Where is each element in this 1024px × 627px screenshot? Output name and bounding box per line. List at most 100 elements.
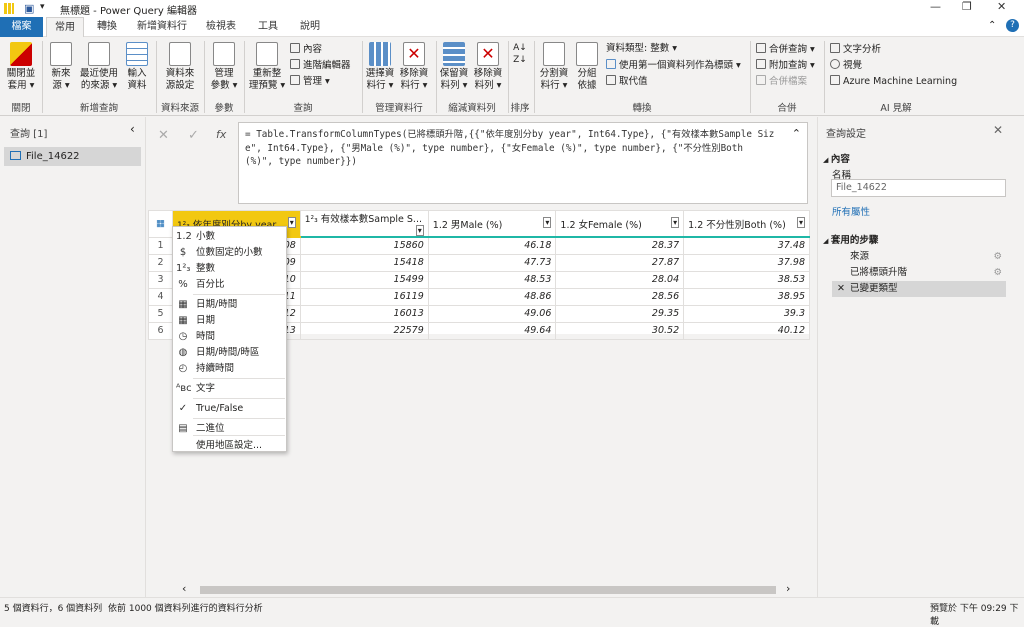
filter-dropdown-icon[interactable]: ▾ — [543, 216, 552, 228]
properties-section[interactable]: ◢ 內容 — [823, 151, 850, 165]
filter-dropdown-icon[interactable]: ▾ — [671, 216, 680, 228]
column-header[interactable]: 1.2 不分性別Both (%) ▾ — [683, 210, 810, 238]
table-cell[interactable]: 49.64 — [427, 321, 557, 340]
table-cell[interactable]: 22579 — [299, 321, 429, 340]
split-column-button[interactable]: 分割資 料行 ▾ — [537, 42, 571, 92]
query-name-input[interactable]: File_14622 — [831, 179, 1006, 197]
table-cell[interactable]: 48.86 — [427, 287, 557, 306]
type-decimal-icon[interactable]: 1.2 — [433, 220, 448, 231]
group-by-button[interactable]: 分組 依據 — [573, 42, 601, 92]
filter-dropdown-icon[interactable]: ▾ — [415, 225, 424, 236]
table-cell[interactable]: 28.56 — [555, 287, 685, 306]
table-cell[interactable]: 28.37 — [555, 236, 685, 255]
new-source-button[interactable]: 新來 源 ▾ — [46, 42, 76, 92]
row-number[interactable]: 4 — [148, 287, 173, 306]
restore-icon[interactable]: ❐ — [962, 0, 972, 13]
type-menu-item[interactable]: $ 位數固定的小數 — [173, 245, 286, 261]
applied-step-selected[interactable]: ✕ 已變更類型 — [832, 281, 1006, 297]
table-cell[interactable]: 16013 — [299, 304, 429, 323]
expand-formula-icon[interactable]: ⌃ — [792, 127, 801, 140]
append-queries-button[interactable]: 附加查詢 ▾ — [756, 59, 815, 72]
row-number[interactable]: 5 — [148, 304, 173, 323]
scroll-right-icon[interactable]: › — [786, 582, 790, 595]
applied-step[interactable]: 已將標頭升階 ⚙ — [832, 265, 1006, 281]
applied-step[interactable]: 來源 ⚙ — [832, 249, 1006, 265]
table-cell[interactable]: 46.18 — [427, 236, 557, 255]
manage-button[interactable]: 管理 ▾ — [290, 75, 330, 88]
table-cell[interactable]: 16119 — [299, 287, 429, 306]
table-cell[interactable]: 15418 — [299, 253, 429, 272]
table-cell[interactable]: 28.04 — [555, 270, 685, 289]
enter-data-button[interactable]: 輸入 資料 — [122, 42, 152, 92]
type-menu-item[interactable]: ᴬʙc 文字 — [173, 381, 286, 397]
type-menu-item[interactable]: ▦ 日期/時間 — [173, 297, 286, 313]
filter-dropdown-icon[interactable]: ▾ — [287, 216, 296, 228]
collapse-ribbon-icon[interactable]: ⌃ — [988, 20, 996, 31]
recent-sources-button[interactable]: 最近使用 的來源 ▾ — [79, 42, 119, 92]
help-icon[interactable]: ? — [1006, 19, 1019, 32]
scroll-thumb[interactable] — [200, 586, 776, 594]
tab-tools[interactable]: 工具 — [248, 17, 288, 37]
formula-commit-icon[interactable]: ✓ — [188, 128, 199, 143]
table-cell[interactable]: 38.95 — [683, 287, 810, 306]
type-menu-item[interactable]: ◍ 日期/時間/時區 — [173, 345, 286, 361]
vision-button[interactable]: 視覺 — [830, 59, 862, 72]
row-number[interactable]: 1 — [148, 236, 173, 255]
replace-values-button[interactable]: 取代值 — [606, 75, 648, 88]
advanced-editor-button[interactable]: 進階編輯器 — [290, 59, 351, 72]
type-menu-item[interactable]: % 百分比 — [173, 277, 286, 293]
delete-step-icon[interactable]: ✕ — [837, 281, 845, 297]
scroll-left-icon[interactable]: ‹ — [182, 582, 186, 595]
text-analytics-button[interactable]: 文字分析 — [830, 43, 881, 56]
table-cell[interactable]: 48.53 — [427, 270, 557, 289]
save-icon[interactable]: ▣ — [24, 2, 34, 15]
azure-ml-button[interactable]: Azure Machine Learning — [830, 75, 957, 88]
row-number[interactable]: 3 — [148, 270, 173, 289]
table-cell[interactable]: 38.53 — [683, 270, 810, 289]
type-menu-item[interactable]: 使用地區設定... — [173, 438, 286, 454]
sort-asc-button[interactable]: A↓ Z↓ — [512, 42, 528, 66]
table-cell[interactable]: 37.48 — [683, 236, 810, 255]
tab-file[interactable]: 檔案 — [0, 17, 43, 37]
table-cell[interactable]: 27.87 — [555, 253, 685, 272]
type-decimal-icon[interactable]: 1.2 — [688, 220, 703, 231]
table-cell[interactable]: 40.12 — [683, 321, 810, 340]
all-properties-link[interactable]: 所有屬性 — [832, 204, 870, 218]
table-cell[interactable]: 29.35 — [555, 304, 685, 323]
step-settings-gear-icon[interactable]: ⚙ — [993, 249, 1002, 265]
data-source-settings-button[interactable]: 資料來 源設定 — [160, 42, 200, 92]
type-menu-item[interactable]: ▤ 二進位 — [173, 421, 286, 437]
fx-icon[interactable]: fx — [216, 128, 226, 141]
table-cell[interactable]: 47.73 — [427, 253, 557, 272]
row-number[interactable]: 2 — [148, 253, 173, 272]
table-cell[interactable]: 30.52 — [555, 321, 685, 340]
type-int-icon[interactable]: 1²₃ — [305, 215, 318, 225]
type-menu-item[interactable]: 1.2 小數 — [173, 229, 286, 245]
table-cell[interactable]: 39.3 — [683, 304, 810, 323]
data-type-dropdown[interactable]: 資料類型: 整數 ▾ — [606, 43, 677, 55]
choose-columns-button[interactable]: 選擇資 料行 ▾ — [364, 42, 396, 92]
manage-params-button[interactable]: 管理 參數 ▾ — [208, 42, 240, 92]
combine-files-button[interactable]: 合併檔案 — [756, 75, 807, 88]
row-number[interactable]: 6 — [148, 321, 173, 340]
merge-queries-button[interactable]: 合併查詢 ▾ — [756, 43, 815, 56]
tab-add-column[interactable]: 新增資料行 — [130, 17, 194, 37]
column-header[interactable]: 1²₃ 有效樣本數Sample S... ▾ — [299, 210, 429, 238]
table-cell[interactable]: 15860 — [299, 236, 429, 255]
steps-section[interactable]: ◢ 套用的步驟 — [823, 232, 878, 246]
minimize-icon[interactable]: — — [930, 0, 941, 13]
formula-bar[interactable]: = Table.TransformColumnTypes(已將標頭升階,{{"依… — [238, 122, 808, 204]
table-cell[interactable]: 15499 — [299, 270, 429, 289]
type-menu-item[interactable]: ◷ 時間 — [173, 329, 286, 345]
filter-dropdown-icon[interactable]: ▾ — [796, 216, 805, 228]
step-settings-gear-icon[interactable]: ⚙ — [993, 265, 1002, 281]
tab-view[interactable]: 檢視表 — [198, 17, 244, 37]
type-menu-item[interactable]: ✓ True/False — [173, 401, 286, 417]
close-settings-icon[interactable]: ✕ — [993, 123, 1003, 137]
tab-help[interactable]: 說明 — [292, 17, 328, 37]
refresh-preview-button[interactable]: 重新整 理預覽 ▾ — [248, 42, 286, 92]
table-cell[interactable]: 37.98 — [683, 253, 810, 272]
column-header[interactable]: 1.2 男Male (%) ▾ — [427, 210, 557, 238]
type-menu-item[interactable]: ◴ 持續時間 — [173, 361, 286, 377]
tab-transform[interactable]: 轉換 — [88, 17, 126, 37]
